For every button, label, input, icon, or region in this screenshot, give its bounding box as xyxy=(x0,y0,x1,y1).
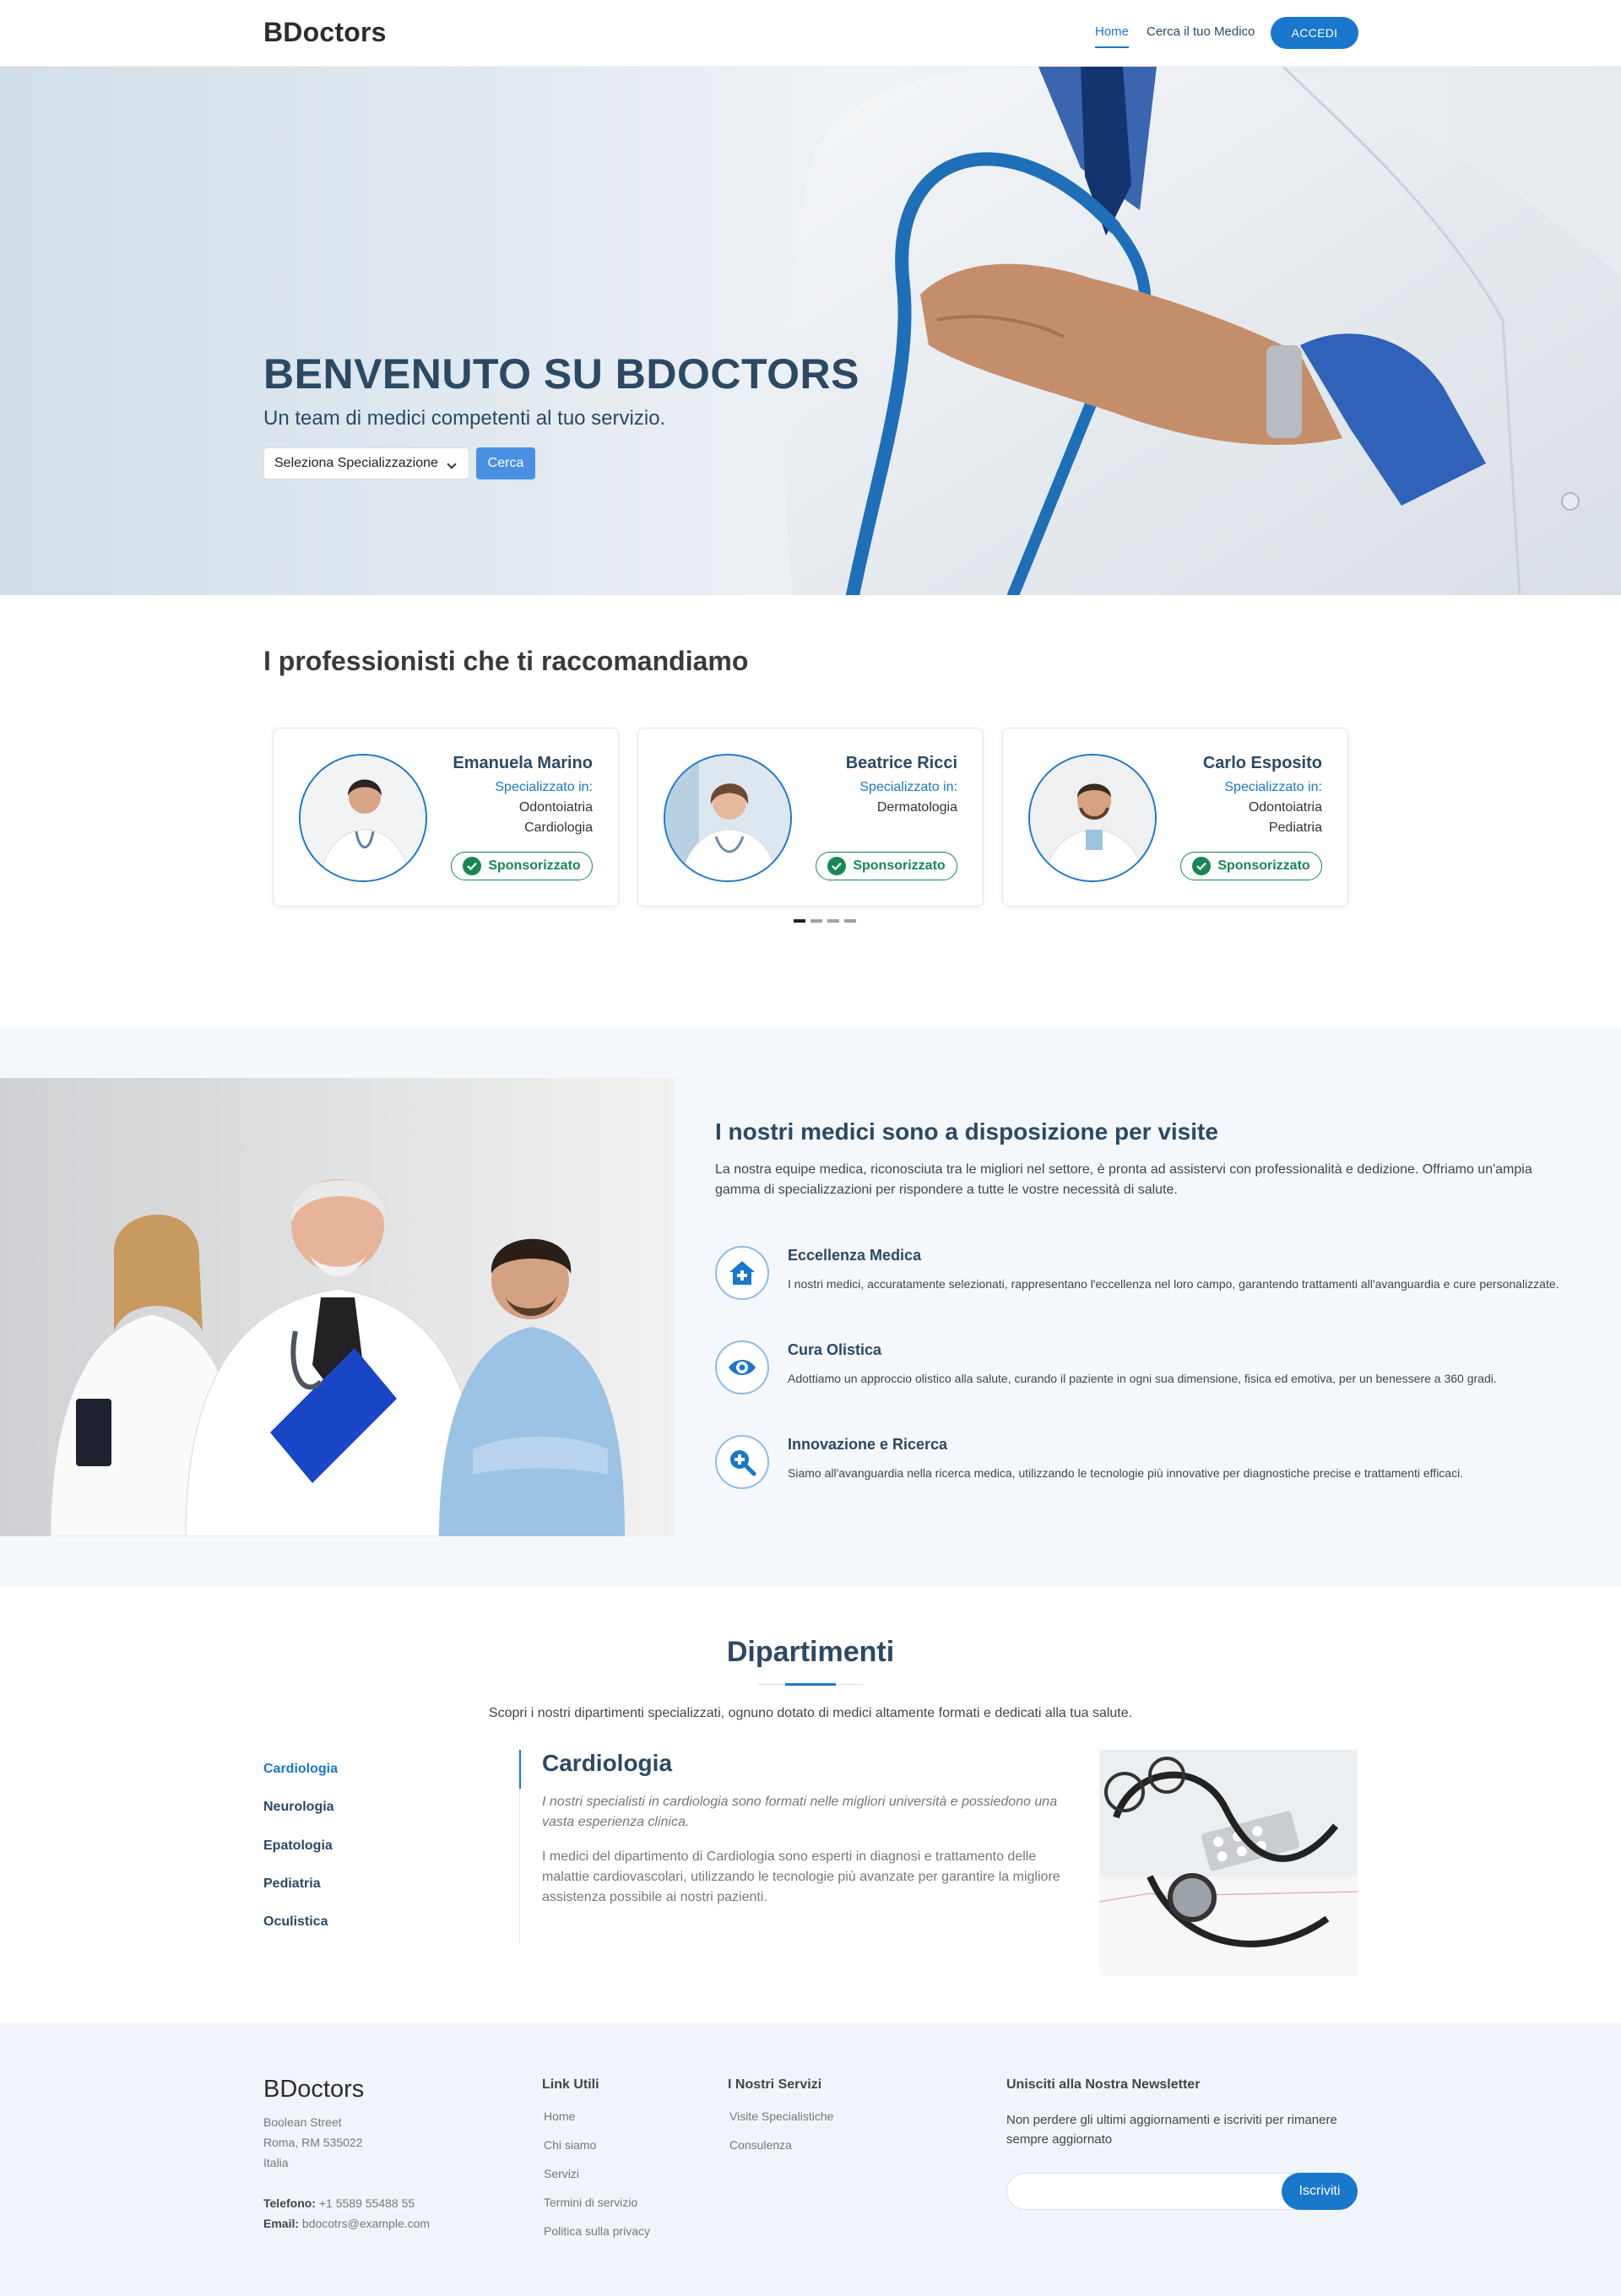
footer-link-privacy[interactable]: Politica sulla privacy xyxy=(544,2224,650,2238)
footer-link-terms[interactable]: Termini di servizio xyxy=(544,2196,637,2209)
sponsored-badge: Sponsorizzato xyxy=(451,852,593,880)
dept-lead: I nostri specialisti in cardiologia sono… xyxy=(542,1795,1058,1829)
footer-services-title: I Nostri Servizi xyxy=(728,2077,822,2092)
specialization-label: Specializzato in: xyxy=(859,780,957,794)
feature-title: Cura Olistica xyxy=(788,1341,882,1358)
dept-tab-neurologia[interactable]: Neurologia xyxy=(263,1800,334,1815)
dept-tab-epatologia[interactable]: Epatologia xyxy=(263,1838,333,1854)
sponsored-label: Sponsorizzato xyxy=(853,858,946,873)
sponsored-label: Sponsorizzato xyxy=(488,858,581,873)
feature-text: Siamo all'avanguardia nella ricerca medi… xyxy=(788,1466,1464,1480)
doctor-avatar xyxy=(299,754,427,882)
dept-tab-pediatria[interactable]: Pediatria xyxy=(263,1876,321,1892)
site-logo[interactable]: BDoctors xyxy=(263,17,387,48)
dept-panel-border-accent xyxy=(519,1750,521,1789)
specialization-item: Dermatologia xyxy=(876,800,957,815)
specialization-item: Pediatria xyxy=(1268,820,1322,835)
about-title: I nostri medici sono a disposizione per … xyxy=(715,1118,1218,1145)
feature-icon-wrapper xyxy=(715,1246,769,1300)
dept-name: Cardiologia xyxy=(542,1750,673,1776)
chevron-down-icon xyxy=(447,459,457,469)
footer-link-about[interactable]: Chi siamo xyxy=(544,2138,596,2152)
doctor-avatar xyxy=(664,754,792,882)
footer-service-consulting[interactable]: Consulenza xyxy=(729,2138,792,2152)
footer-phone: Telefono: +1 5589 55488 55 xyxy=(263,2196,415,2210)
carousel-dot[interactable] xyxy=(827,919,839,923)
feature-icon-wrapper xyxy=(715,1340,769,1394)
dept-description: I medici del dipartimento di Cardiologia… xyxy=(542,1849,1060,1904)
feature-icon-wrapper xyxy=(715,1435,769,1489)
departments-title: Dipartimenti xyxy=(726,1636,895,1668)
carousel-indicators xyxy=(794,919,856,923)
hero-subtitle: Un team di medici competenti al tuo serv… xyxy=(263,407,666,430)
email-label: Email: xyxy=(263,2217,300,2230)
doctor-avatar xyxy=(1028,754,1157,882)
doctor-name: Carlo Esposito xyxy=(1202,754,1322,772)
specialization-item: Odontoiatria xyxy=(1248,800,1322,815)
address-line: Boolean Street xyxy=(263,2115,342,2129)
feature-text: Adottiamo un approccio olistico alla sal… xyxy=(788,1372,1497,1385)
doctor-card[interactable]: Beatrice Ricci Specializzato in: Dermato… xyxy=(637,728,984,907)
search-button[interactable]: Cerca xyxy=(476,447,535,479)
specialization-label: Specializzato in: xyxy=(495,780,593,794)
doctor-name: Emanuela Marino xyxy=(453,754,593,772)
medical-team-image xyxy=(0,1078,675,1536)
dept-tab-cardiologia[interactable]: Cardiologia xyxy=(263,1762,338,1777)
login-button[interactable]: ACCEDI xyxy=(1271,17,1358,49)
carousel-dot[interactable] xyxy=(794,919,805,923)
hero-title: BENVENUTO SU BDOCTORS xyxy=(263,350,859,398)
feature-text: I nostri medici, accuratamente seleziona… xyxy=(788,1277,1559,1291)
site-header: BDoctors Home Cerca il tuo Medico ACCEDI xyxy=(0,0,1621,67)
hero-section: BENVENUTO SU BDOCTORS Un team di medici … xyxy=(0,67,1621,595)
site-footer: BDoctors Boolean Street Roma, RM 535022 … xyxy=(0,2023,1621,2296)
footer-email: Email: bdocotrs@example.com xyxy=(263,2217,430,2230)
departments-intro: Scopri i nostri dipartimenti specializza… xyxy=(488,1706,1133,1720)
hero-doctor-image xyxy=(784,67,1621,595)
carousel-dot[interactable] xyxy=(810,919,822,923)
check-circle-icon xyxy=(463,857,482,875)
specialization-select[interactable]: Seleziona Specializzazione xyxy=(263,447,469,479)
carousel-dot[interactable] xyxy=(844,919,856,923)
specialization-label: Specializzato in: xyxy=(1224,780,1322,794)
address-line: Roma, RM 535022 xyxy=(263,2136,363,2149)
sponsored-badge: Sponsorizzato xyxy=(1180,852,1322,880)
phone-value: +1 5589 55488 55 xyxy=(318,2196,415,2210)
newsletter-text: Non perdere gli ultimi aggiornamenti e i… xyxy=(1006,2113,1337,2147)
check-circle-icon xyxy=(827,857,847,875)
house-medical-icon xyxy=(729,1261,755,1285)
feature-title: Eccellenza Medica xyxy=(788,1247,922,1264)
title-divider-accent xyxy=(785,1683,836,1686)
footer-link-home[interactable]: Home xyxy=(544,2109,575,2123)
cardiology-image xyxy=(1099,1750,1358,1975)
specialization-select-value: Seleziona Specializzazione xyxy=(274,456,438,470)
about-description: La nostra equipe medica, riconosciuta tr… xyxy=(715,1162,1532,1197)
footer-service-visits[interactable]: Visite Specialistiche xyxy=(729,2109,833,2123)
footer-links-title: Link Utili xyxy=(542,2077,599,2092)
newsletter-subscribe-button[interactable]: Iscriviti xyxy=(1282,2173,1358,2210)
phone-label: Telefono: xyxy=(263,2196,316,2210)
doctor-card[interactable]: Emanuela Marino Specializzato in: Odonto… xyxy=(273,728,619,907)
doctor-card[interactable]: Carlo Esposito Specializzato in: Odontoi… xyxy=(1002,728,1348,907)
feature-title: Innovazione e Ricerca xyxy=(788,1436,948,1453)
check-circle-icon xyxy=(1192,857,1212,875)
specialization-item: Odontoiatria xyxy=(518,800,593,815)
search-plus-icon xyxy=(730,1450,756,1476)
footer-link-services[interactable]: Servizi xyxy=(544,2167,579,2180)
email-value: bdocotrs@example.com xyxy=(301,2217,431,2230)
nav-home-link[interactable]: Home xyxy=(1095,24,1130,48)
address-line: Italia xyxy=(263,2156,289,2169)
specialization-item: Cardiologia xyxy=(524,820,593,835)
sponsored-label: Sponsorizzato xyxy=(1217,858,1310,873)
eye-icon xyxy=(729,1360,756,1375)
nav-search-doctor-link[interactable]: Cerca il tuo Medico xyxy=(1147,24,1255,39)
sponsored-badge: Sponsorizzato xyxy=(816,852,957,880)
recommended-title: I professionisti che ti raccomandiamo xyxy=(263,646,749,676)
about-section: I nostri medici sono a disposizione per … xyxy=(0,1027,1621,1587)
dept-tab-oculistica[interactable]: Oculistica xyxy=(263,1914,328,1930)
footer-logo: BDoctors xyxy=(263,2076,365,2103)
newsletter-title: Unisciti alla Nostra Newsletter xyxy=(1006,2077,1201,2092)
doctor-name: Beatrice Ricci xyxy=(845,754,957,772)
